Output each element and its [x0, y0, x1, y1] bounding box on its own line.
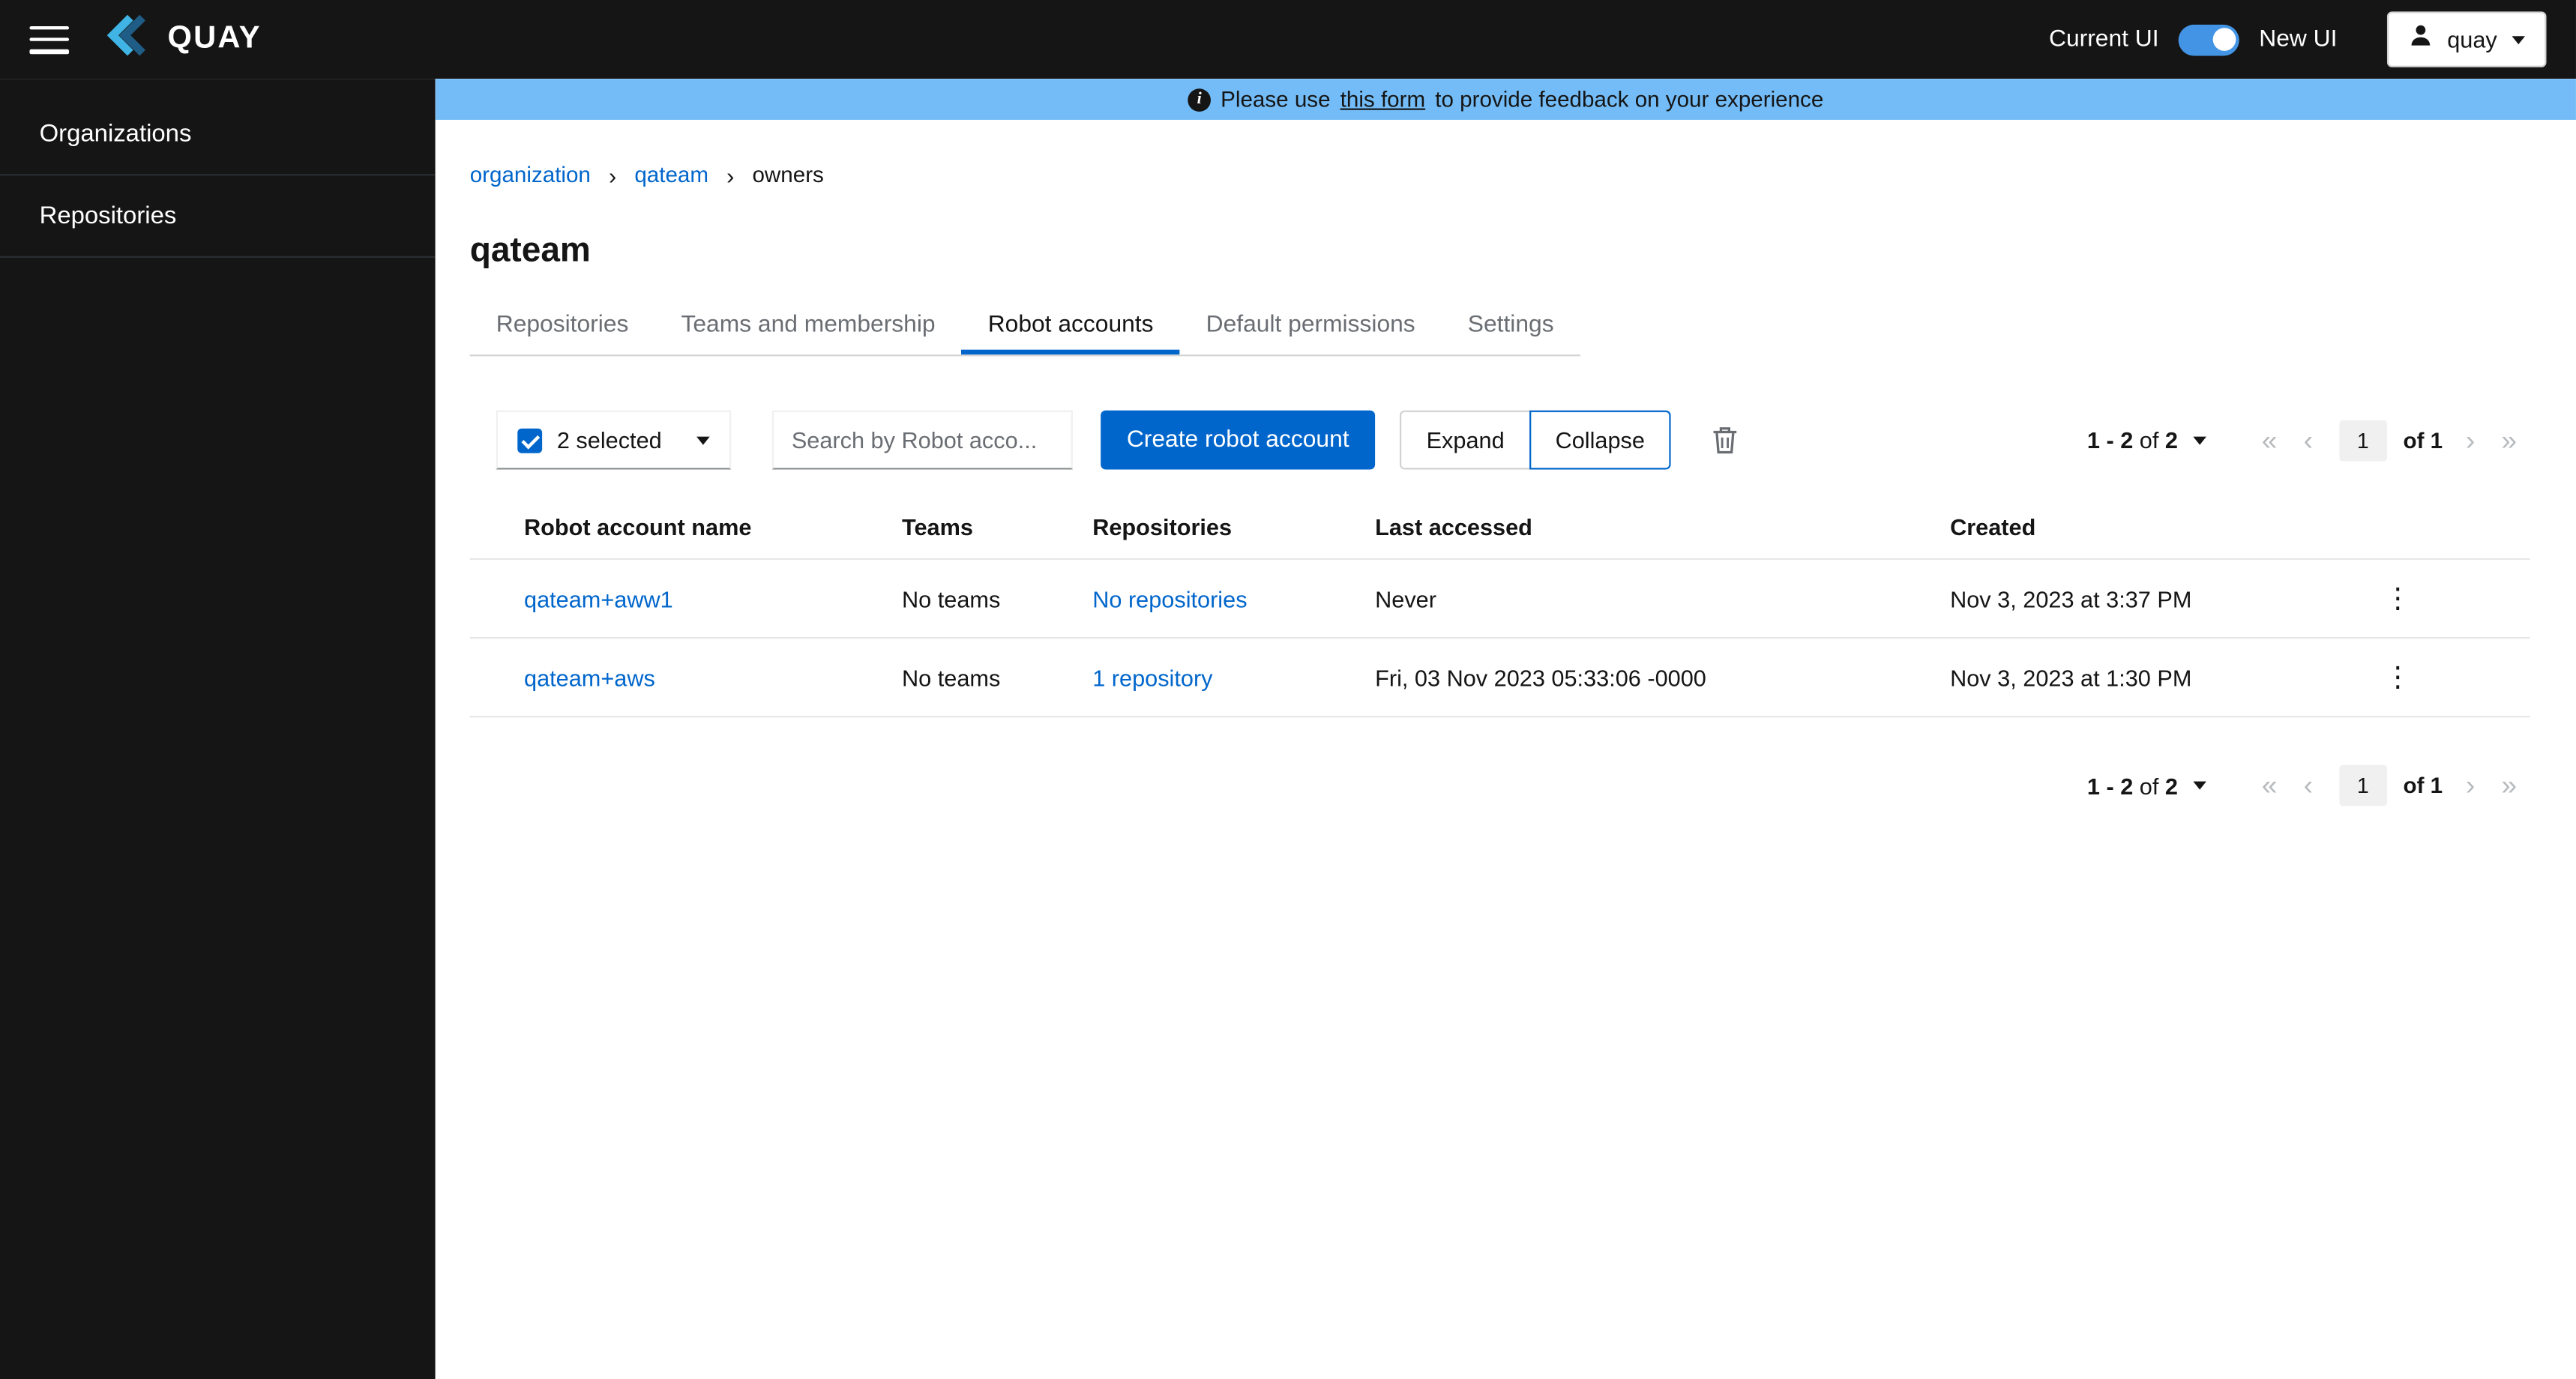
collapse-button[interactable]: Collapse — [1529, 410, 1672, 470]
tab-label: Robot accounts — [987, 312, 1154, 339]
robot-search-input[interactable] — [771, 410, 1073, 470]
tab-label: Repositories — [496, 312, 629, 339]
total-pages-label: of 1 — [2403, 773, 2443, 798]
next-page-button[interactable]: › — [2452, 426, 2488, 453]
created-cell: Nov 3, 2023 at 3:37 PM — [1950, 585, 2192, 612]
tab-label: Teams and membership — [681, 312, 936, 339]
hamburger-menu-icon[interactable] — [29, 25, 70, 54]
chevron-down-icon[interactable] — [2192, 781, 2206, 790]
quay-logo-icon — [102, 13, 156, 66]
tab-repositories[interactable]: Repositories — [470, 295, 655, 354]
breadcrumb: organization › qateam › owners — [470, 163, 2530, 187]
previous-page-button[interactable]: ‹ — [2290, 426, 2326, 453]
robot-account-link[interactable]: qateam+aws — [524, 664, 655, 690]
feedback-form-link[interactable]: this form — [1340, 87, 1425, 112]
toggle-knob — [2212, 28, 2236, 51]
last-accessed-cell: Never — [1375, 585, 1436, 612]
trash-icon — [1714, 427, 1737, 454]
toolbar: 2 selected Create robot account Expand C… — [496, 410, 2530, 470]
sidebar-item-organizations[interactable]: Organizations — [0, 94, 436, 176]
teams-cell: No teams — [902, 585, 1001, 612]
app-body: Organizations Repositories i Please use … — [0, 79, 2576, 1379]
user-menu-dropdown[interactable]: quay — [2386, 11, 2547, 67]
new-ui-label: New UI — [2259, 26, 2338, 53]
delete-button[interactable] — [1706, 419, 1745, 462]
sidebar-item-label: Repositories — [39, 202, 177, 230]
kebab-menu-icon[interactable]: ⋮ — [2374, 581, 2422, 615]
column-header-created: Created — [1950, 513, 2036, 540]
repositories-link[interactable]: 1 repository — [1092, 664, 1212, 690]
pagination-range: 1 - 2 of 2 — [2086, 426, 2179, 453]
chevron-down-icon — [696, 435, 710, 444]
breadcrumb-organization[interactable]: organization — [470, 163, 591, 187]
robot-accounts-table: Robot account name Teams Repositories La… — [469, 494, 2530, 718]
feedback-banner: i Please use this form to provide feedba… — [435, 79, 2576, 120]
previous-page-button[interactable]: ‹ — [2290, 772, 2326, 800]
tab-teams-and-membership[interactable]: Teams and membership — [654, 295, 961, 354]
pagination-range: 1 - 2 of 2 — [2086, 772, 2179, 799]
page-title: qateam — [469, 231, 591, 270]
current-ui-label: Current UI — [2048, 26, 2159, 53]
ui-version-toggle[interactable] — [2178, 23, 2239, 55]
tab-default-permissions[interactable]: Default permissions — [1180, 295, 1442, 354]
tab-label: Default permissions — [1206, 312, 1415, 339]
column-header-last-accessed: Last accessed — [1375, 513, 1532, 540]
first-page-button[interactable]: « — [2248, 426, 2290, 453]
table-row: qateam+aws No teams 1 repository Fri, 03… — [469, 639, 2530, 718]
bulk-select-label: 2 selected — [556, 426, 662, 453]
last-page-button[interactable]: » — [2488, 772, 2530, 800]
chevron-right-icon: › — [726, 161, 735, 188]
chevron-down-icon — [2512, 35, 2526, 44]
breadcrumb-qateam[interactable]: qateam — [634, 163, 708, 187]
pagination-top: 1 - 2 of 2 « ‹ of 1 › » — [2086, 419, 2530, 461]
kebab-menu-icon[interactable]: ⋮ — [2374, 660, 2422, 695]
column-header-repositories: Repositories — [1092, 513, 1233, 540]
bulk-select-dropdown[interactable]: 2 selected — [496, 410, 731, 470]
quay-brand[interactable]: QUAY — [102, 13, 262, 66]
next-page-button[interactable]: › — [2452, 772, 2488, 800]
pagination-bottom: 1 - 2 of 2 « ‹ of 1 › » — [2086, 764, 2530, 806]
created-cell: Nov 3, 2023 at 1:30 PM — [1950, 664, 2192, 691]
tab-settings[interactable]: Settings — [1442, 295, 1580, 354]
pagination-nav: « ‹ of 1 › » — [2248, 419, 2530, 461]
total-pages-label: of 1 — [2403, 427, 2443, 453]
expand-collapse-group: Expand Collapse — [1400, 410, 1672, 470]
tabs: Repositories Teams and membership Robot … — [469, 295, 1580, 357]
sidebar: Organizations Repositories — [0, 79, 436, 1379]
first-page-button[interactable]: « — [2248, 772, 2290, 800]
sidebar-item-repositories[interactable]: Repositories — [0, 175, 436, 258]
column-header-teams: Teams — [902, 513, 973, 540]
info-icon: i — [1188, 88, 1212, 111]
expand-button[interactable]: Expand — [1400, 410, 1531, 470]
app-window: QUAY Current UI New UI quay Organization… — [0, 0, 2576, 1379]
tab-label: Settings — [1467, 312, 1554, 339]
last-accessed-cell: Fri, 03 Nov 2023 05:33:06 -0000 — [1375, 664, 1706, 691]
user-icon — [2408, 23, 2433, 56]
tab-robot-accounts[interactable]: Robot accounts — [962, 295, 1180, 354]
pagination-nav: « ‹ of 1 › » — [2248, 764, 2530, 806]
column-header-name: Robot account name — [524, 513, 752, 540]
page-number-input[interactable] — [2339, 419, 2387, 461]
banner-text-before: Please use — [1221, 87, 1331, 112]
last-page-button[interactable]: » — [2488, 426, 2530, 453]
banner-text-after: to provide feedback on your experience — [1435, 87, 1824, 112]
sidebar-item-label: Organizations — [39, 119, 192, 148]
table-row: qateam+aww1 No teams No repositories Nev… — [469, 560, 2530, 639]
repositories-link[interactable]: No repositories — [1092, 585, 1247, 612]
chevron-right-icon: › — [609, 161, 617, 188]
breadcrumb-current: owners — [752, 162, 824, 187]
brand-name: QUAY — [167, 21, 262, 56]
create-robot-account-button[interactable]: Create robot account — [1100, 410, 1376, 470]
user-name: quay — [2447, 26, 2497, 53]
table-header-row: Robot account name Teams Repositories La… — [469, 494, 2530, 560]
main-content: i Please use this form to provide feedba… — [435, 79, 2576, 1379]
masthead: QUAY Current UI New UI quay — [0, 0, 2576, 79]
teams-cell: No teams — [902, 664, 1001, 691]
robot-account-link[interactable]: qateam+aww1 — [524, 585, 673, 612]
masthead-right: Current UI New UI quay — [2049, 11, 2547, 67]
page-number-input[interactable] — [2339, 764, 2387, 806]
bulk-select-checkbox[interactable] — [517, 427, 543, 453]
chevron-down-icon[interactable] — [2192, 435, 2206, 444]
